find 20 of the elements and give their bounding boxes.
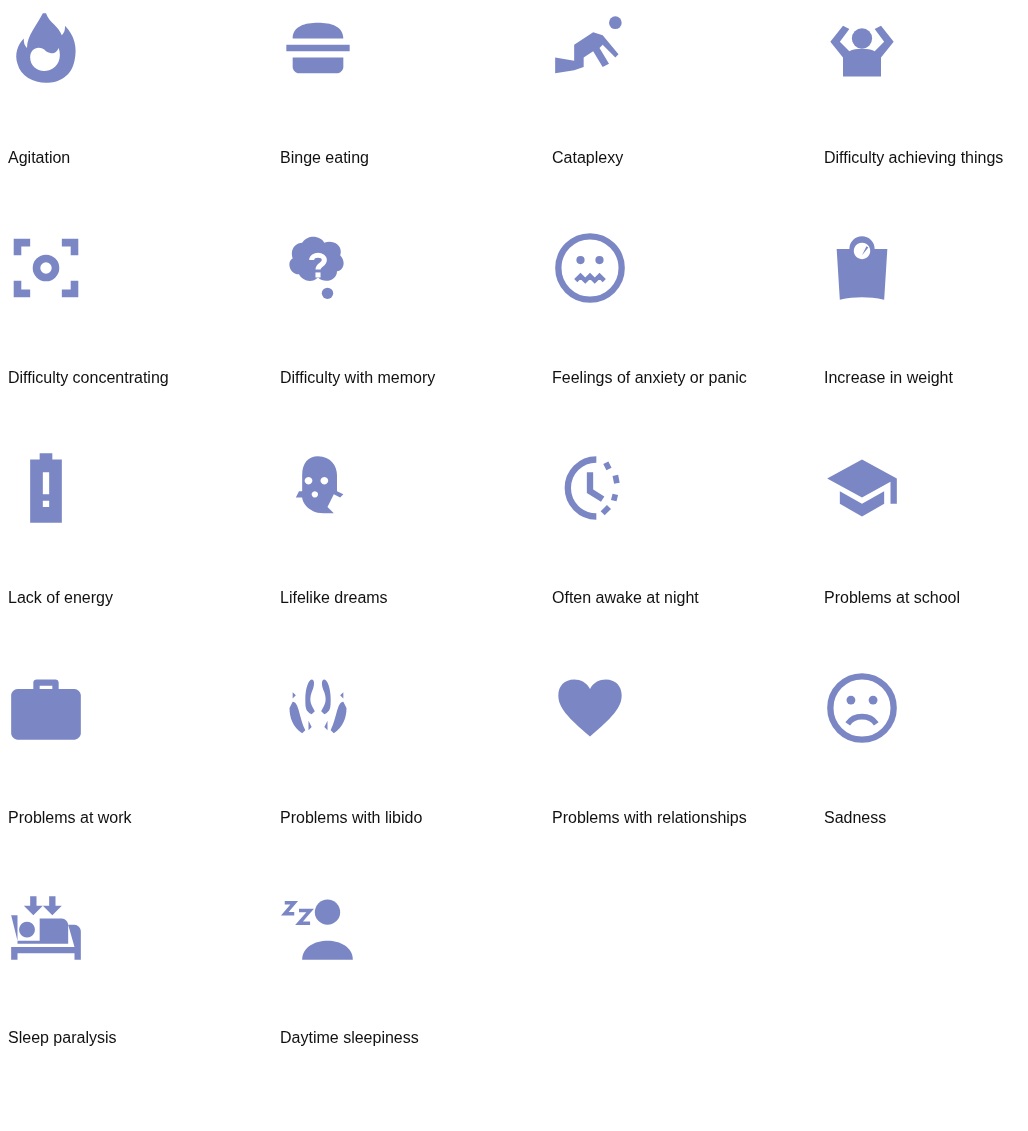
symptom-label: Problems with libido bbox=[280, 808, 424, 828]
symptom-label: Sadness bbox=[824, 808, 888, 828]
symptom-label: Binge eating bbox=[280, 148, 370, 168]
symptom-label: Problems with relationships bbox=[552, 808, 748, 828]
symptom-label: Feelings of anxiety or panic bbox=[552, 368, 748, 388]
symptom-label: Difficulty achieving things bbox=[824, 148, 1005, 168]
worried-face-icon bbox=[552, 230, 628, 306]
symptom-label: Agitation bbox=[8, 148, 72, 168]
sad-face-icon bbox=[824, 670, 900, 746]
symptom-label: Difficulty with memory bbox=[280, 368, 437, 388]
symptom-label: Problems at school bbox=[824, 588, 962, 608]
symptom-label: Sleep paralysis bbox=[8, 1028, 118, 1048]
symptom-label: Lack of energy bbox=[8, 588, 114, 608]
symptom-label: Difficulty concentrating bbox=[8, 368, 170, 388]
symptom-label: Lifelike dreams bbox=[280, 588, 389, 608]
symptom-label: Often awake at night bbox=[552, 588, 700, 608]
symptom-label: Daytime sleepiness bbox=[280, 1028, 420, 1048]
symptom-label: Problems at work bbox=[8, 808, 133, 828]
symptom-label: Cataplexy bbox=[552, 148, 625, 168]
symptom-label: Increase in weight bbox=[824, 368, 954, 388]
